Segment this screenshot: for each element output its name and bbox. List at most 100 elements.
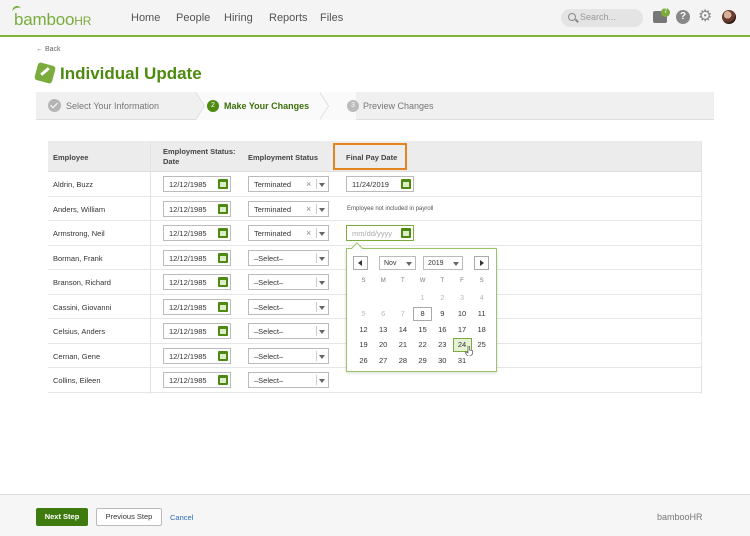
avatar[interactable] bbox=[722, 10, 736, 24]
next-month-button[interactable] bbox=[474, 256, 489, 270]
header-employee: Employee bbox=[53, 153, 89, 162]
status-date-input[interactable]: 12/12/1985 bbox=[163, 274, 231, 290]
calendar-day[interactable]: 19 bbox=[354, 338, 373, 352]
prev-month-button[interactable] bbox=[353, 256, 368, 270]
calendar-icon[interactable] bbox=[218, 350, 228, 361]
date-value: 12/12/1985 bbox=[169, 278, 207, 287]
status-select[interactable]: –Select– bbox=[248, 274, 329, 290]
calendar-day[interactable]: 12 bbox=[354, 323, 373, 337]
chevron-down-icon[interactable] bbox=[319, 183, 325, 187]
chevron-down-icon[interactable] bbox=[319, 330, 325, 334]
calendar-day[interactable]: 25 bbox=[472, 338, 491, 352]
calendar-icon[interactable] bbox=[218, 326, 228, 336]
status-select[interactable]: –Select– bbox=[248, 323, 329, 339]
help-icon[interactable]: ? bbox=[676, 10, 690, 24]
previous-step-button[interactable]: Previous Step bbox=[96, 508, 162, 526]
calendar-day[interactable]: 26 bbox=[354, 354, 373, 368]
calendar-icon[interactable] bbox=[218, 301, 228, 312]
gear-icon[interactable]: ⚙ bbox=[698, 9, 714, 25]
status-date-input[interactable]: 12/12/1985 bbox=[163, 372, 231, 388]
calendar-day[interactable]: 13 bbox=[374, 323, 393, 337]
status-value: –Select– bbox=[254, 327, 284, 336]
calendar-icon[interactable] bbox=[218, 228, 228, 238]
date-value: 12/12/1985 bbox=[169, 376, 207, 385]
weekday-label: T bbox=[401, 278, 405, 284]
calendar-day[interactable]: 27 bbox=[374, 354, 393, 368]
chevron-down-icon[interactable] bbox=[319, 354, 325, 359]
nav-files[interactable]: Files bbox=[320, 12, 343, 24]
calendar-day[interactable]: 9 bbox=[433, 307, 452, 321]
clear-icon[interactable]: × bbox=[306, 228, 311, 238]
nav-people[interactable]: People bbox=[176, 12, 210, 24]
calendar-day: 2 bbox=[440, 293, 445, 302]
status-date-input[interactable]: 12/12/1985 bbox=[163, 298, 231, 315]
status-select[interactable]: –Select– bbox=[248, 298, 329, 315]
nav-hiring[interactable]: Hiring bbox=[224, 12, 253, 24]
status-select[interactable]: –Select– bbox=[248, 347, 329, 364]
status-date-input[interactable]: 12/12/1985 bbox=[163, 323, 231, 339]
calendar-icon[interactable] bbox=[218, 252, 228, 263]
status-select[interactable]: Terminated × bbox=[248, 176, 329, 192]
inbox-count-badge: 7 bbox=[661, 8, 670, 17]
calendar-icon[interactable] bbox=[218, 277, 228, 287]
status-value: –Select– bbox=[254, 302, 284, 312]
calendar-day[interactable]: 23 bbox=[433, 338, 452, 352]
next-step-button[interactable]: Next Step bbox=[36, 508, 88, 526]
calendar-day[interactable]: 20 bbox=[374, 338, 393, 352]
calendar-day[interactable]: 22 bbox=[413, 338, 432, 352]
clear-icon[interactable]: × bbox=[306, 179, 311, 189]
calendar-icon[interactable] bbox=[218, 179, 228, 189]
calendar-day: 4 bbox=[479, 293, 484, 302]
final-pay-date-input[interactable]: 11/24/2019 bbox=[346, 176, 414, 192]
chevron-down-icon[interactable] bbox=[319, 232, 325, 236]
status-select[interactable]: Terminated × bbox=[248, 225, 329, 241]
payroll-note: Employee not included in payroll bbox=[347, 205, 434, 212]
calendar-icon[interactable] bbox=[401, 179, 411, 189]
calendar-icon[interactable] bbox=[401, 228, 411, 238]
calendar-day[interactable]: 11 bbox=[472, 307, 491, 321]
cancel-link[interactable]: Cancel bbox=[170, 513, 193, 522]
calendar-day[interactable]: 16 bbox=[433, 323, 452, 337]
status-date-input[interactable]: 12/12/1985 bbox=[163, 249, 231, 266]
date-value: 12/12/1985 bbox=[169, 253, 207, 263]
calendar-day[interactable]: 29 bbox=[413, 354, 432, 368]
chevron-down-icon[interactable] bbox=[319, 305, 325, 310]
nav-home[interactable]: Home bbox=[131, 12, 160, 24]
chevron-down-icon[interactable] bbox=[319, 256, 325, 261]
status-select[interactable]: –Select– bbox=[248, 249, 329, 266]
final-pay-date-input[interactable]: mm/dd/yyyy bbox=[346, 225, 414, 241]
calendar-day[interactable]: 10 bbox=[453, 307, 472, 321]
status-date-input[interactable]: 12/12/1985 bbox=[163, 176, 231, 192]
year-select[interactable]: 2019 bbox=[423, 256, 463, 270]
search-input[interactable]: Search... bbox=[561, 9, 643, 27]
status-date-input[interactable]: 12/12/1985 bbox=[163, 200, 231, 217]
calendar-day[interactable]: 31 bbox=[453, 354, 472, 368]
calendar-day[interactable]: 30 bbox=[433, 354, 452, 368]
status-select[interactable]: Terminated × bbox=[248, 200, 329, 217]
calendar-day[interactable]: 14 bbox=[393, 323, 412, 337]
date-value: 12/12/1985 bbox=[169, 229, 207, 238]
status-date-input[interactable]: 12/12/1985 bbox=[163, 347, 231, 364]
status-select[interactable]: –Select– bbox=[248, 372, 329, 388]
calendar-day[interactable]: 18 bbox=[472, 323, 491, 337]
month-select[interactable]: Nov bbox=[379, 256, 416, 270]
calendar-icon[interactable] bbox=[218, 203, 228, 214]
bamboohr-logo[interactable]: bambooHR bbox=[11, 4, 91, 30]
calendar-icon[interactable] bbox=[218, 375, 228, 385]
chevron-down-icon[interactable] bbox=[319, 379, 325, 383]
nav-reports[interactable]: Reports bbox=[269, 12, 308, 24]
calendar-day[interactable]: 15 bbox=[413, 323, 432, 337]
date-picker: Nov 2019 SMTWTFS 1 2 3 4 5 6 7 8 9 10 11 12 13 14 15 16… bbox=[346, 242, 497, 372]
status-value: Terminated bbox=[254, 204, 292, 214]
calendar-day[interactable]: 28 bbox=[393, 354, 412, 368]
status-date-input[interactable]: 12/12/1985 bbox=[163, 225, 231, 241]
employee-name: Collins, Eileen bbox=[53, 376, 101, 385]
calendar-day[interactable]: 8 bbox=[413, 306, 433, 321]
clear-icon[interactable]: × bbox=[306, 204, 311, 214]
back-link[interactable]: ← Back bbox=[36, 46, 61, 53]
chevron-down-icon[interactable] bbox=[319, 281, 325, 285]
status-value: Terminated bbox=[254, 229, 292, 238]
calendar-day[interactable]: 21 bbox=[393, 338, 412, 352]
calendar-day[interactable]: 17 bbox=[453, 323, 472, 337]
chevron-down-icon[interactable] bbox=[319, 207, 325, 212]
